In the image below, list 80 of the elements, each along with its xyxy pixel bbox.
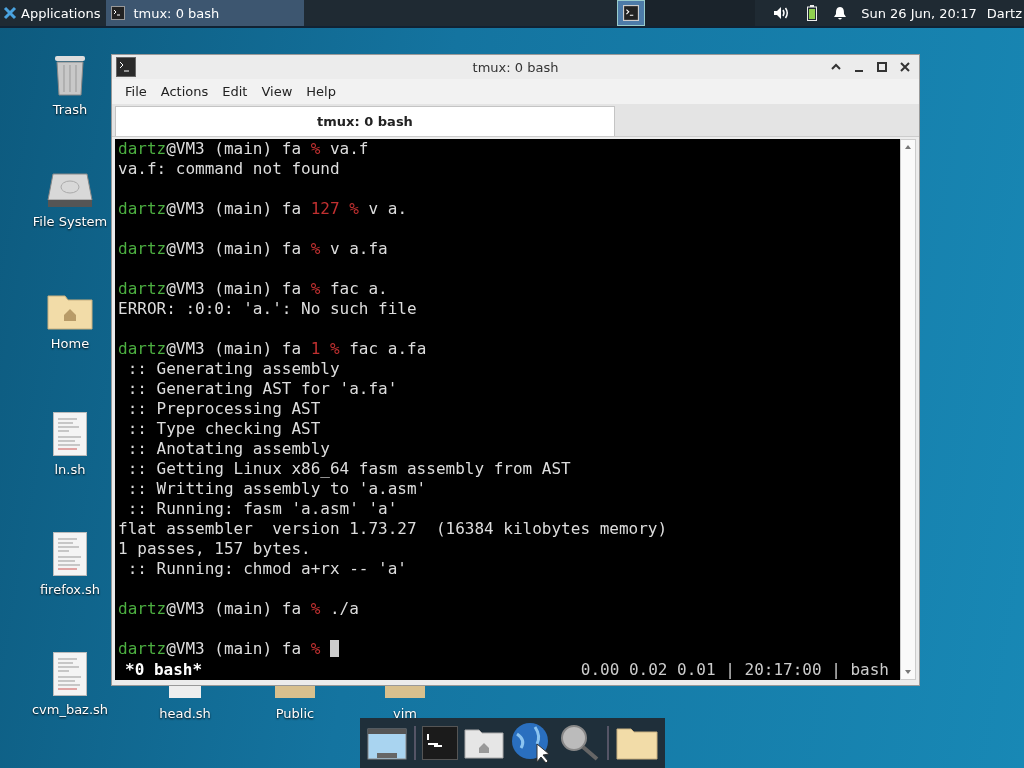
prompt-user: dartz	[118, 639, 167, 658]
prompt-user: dartz	[118, 339, 167, 358]
output-text: :: Type checking AST	[126, 419, 321, 438]
prompt-text: @VM3 (main) fa	[166, 239, 303, 258]
desktop-icon-label[interactable]: Public	[275, 706, 315, 721]
xfce-logo-icon	[3, 6, 17, 20]
battery-icon[interactable]	[807, 5, 818, 21]
command-text: fac a.	[328, 279, 388, 298]
desktop-icon-label[interactable]: head.sh	[159, 706, 211, 721]
prompt-symbol: 1 %	[310, 339, 340, 358]
close-icon[interactable]	[899, 61, 911, 73]
home-folder-icon[interactable]	[464, 727, 505, 759]
output-text: :: Writting assembly to 'a.asm'	[126, 479, 427, 498]
prompt-text: @VM3 (main) fa	[166, 599, 303, 618]
prompt-user: dartz	[118, 279, 167, 298]
terminal-icon[interactable]	[421, 726, 458, 760]
command-text: va.f	[328, 139, 369, 158]
workspace-switcher-slots[interactable]	[645, 0, 756, 26]
home-folder-icon[interactable]	[47, 292, 93, 330]
output-text: :: Preprocessing AST	[126, 399, 321, 418]
tmux-status-info: 0.00 0.02 0.01 | 20:17:00 | bash	[580, 660, 889, 680]
output-text: :: Anotating assembly	[126, 439, 330, 458]
prompt-symbol: %	[310, 279, 321, 298]
output-text: :: Generating assembly	[126, 359, 340, 378]
notification-bell-icon[interactable]	[833, 5, 848, 21]
menu-item[interactable]: Actions	[153, 84, 216, 99]
applications-menu[interactable]: Applications	[0, 0, 107, 26]
terminal-icon	[111, 6, 126, 20]
menu-item[interactable]: Edit	[215, 84, 255, 99]
caret-down-icon[interactable]	[903, 668, 913, 676]
desktop-icon-label[interactable]: cvm_baz.sh	[31, 702, 109, 717]
prompt-text: @VM3 (main) fa	[166, 199, 303, 218]
clock[interactable]: Sun 26 Jun, 20:17	[861, 5, 977, 21]
prompt-symbol: %	[310, 599, 321, 618]
command-text: v a.fa	[328, 239, 388, 258]
prompt-symbol: %	[310, 639, 321, 658]
hard-drive-icon[interactable]	[47, 172, 93, 208]
menu-item[interactable]: Help	[299, 84, 343, 99]
user-name[interactable]: Dartz	[986, 5, 1022, 21]
terminal-icon	[116, 57, 136, 77]
desktop-icon-label[interactable]: Home	[50, 336, 90, 351]
taskbar-window-button[interactable]: tmux: 0 bash	[106, 0, 305, 26]
prompt-user: dartz	[118, 139, 167, 158]
menu-item[interactable]: View	[254, 84, 300, 99]
prompt-user: dartz	[118, 239, 167, 258]
command-text: ./a	[328, 599, 359, 618]
prompt-symbol: %	[310, 239, 321, 258]
output-text: flat assembler version 1.73.27 (16384 kilobytes memory)	[118, 519, 668, 538]
output-text: :: Running: chmod a+rx -- 'a'	[126, 559, 407, 578]
prompt-symbol: 127 %	[310, 199, 359, 218]
prompt-text: @VM3 (main) fa	[166, 639, 303, 658]
prompt-symbol: %	[310, 139, 321, 158]
desktop-icon-label[interactable]: File System	[32, 214, 108, 229]
desktop-icon-label[interactable]: firefox.sh	[39, 582, 101, 597]
output-text: :: Generating AST for 'a.fa'	[126, 379, 398, 398]
command-text: fac a.fa	[348, 339, 427, 358]
menu-item[interactable]: File	[118, 84, 154, 99]
output-text: :: Running: fasm 'a.asm' 'a'	[126, 499, 398, 518]
prompt-text: @VM3 (main) fa	[166, 279, 303, 298]
desktop-icon-label[interactable]: ln.sh	[54, 462, 86, 477]
desktop-icon[interactable]	[367, 726, 408, 760]
terminal-tab[interactable]: tmux: 0 bash	[115, 106, 615, 136]
desktop-icon-label[interactable]: Trash	[52, 102, 88, 117]
prompt-user: dartz	[118, 599, 167, 618]
folder-icon[interactable]	[615, 726, 658, 760]
desktop-icon-label[interactable]: vim	[393, 706, 417, 721]
tmux-window-name: *0 bash*	[125, 660, 203, 680]
window-title: tmux: 0 bash	[472, 59, 559, 75]
workspace-switcher[interactable]	[617, 0, 646, 26]
command-text: v a.	[367, 199, 407, 218]
output-text: ERROR: :0:0: 'a.': No such file	[118, 299, 417, 318]
output-text: 1 passes, 157 bytes.	[118, 539, 311, 558]
output-text: :: Getting Linux x86_64 fasm assembly from AST	[126, 459, 571, 478]
scrollbar[interactable]	[900, 139, 916, 680]
terminal-icon	[623, 5, 640, 21]
output-text: va.f: command not found	[118, 159, 340, 178]
prompt-text: @VM3 (main) fa	[166, 339, 303, 358]
prompt-user: dartz	[118, 199, 167, 218]
maximize-icon[interactable]	[876, 61, 888, 73]
prompt-text: @VM3 (main) fa	[166, 139, 303, 158]
